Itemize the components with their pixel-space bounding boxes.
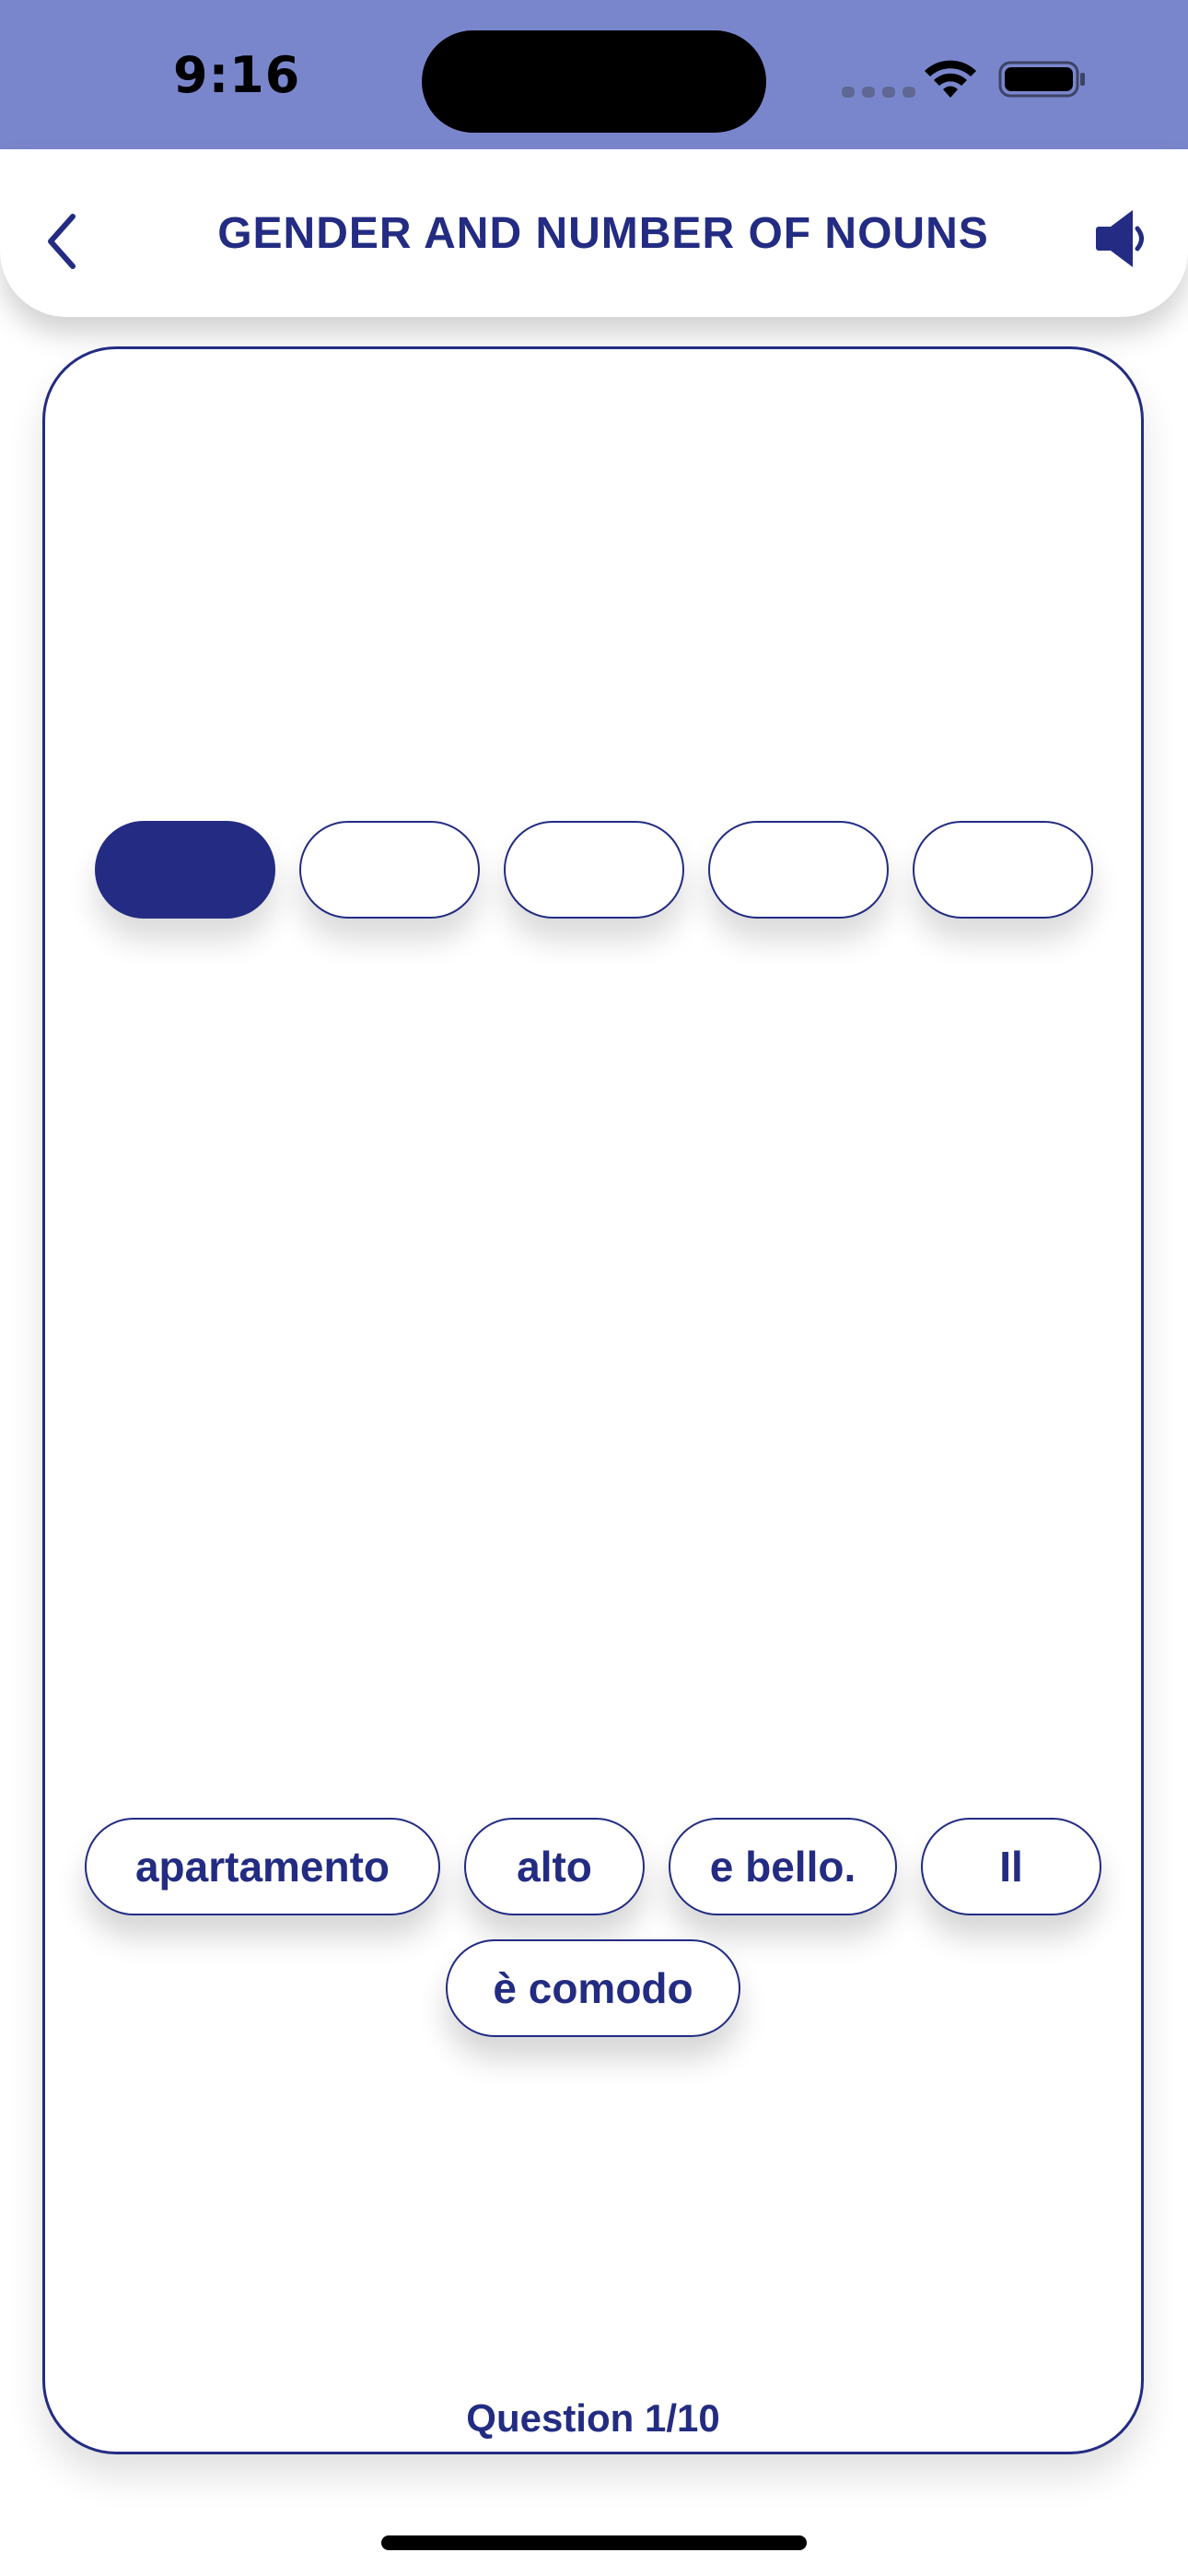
answer-slot[interactable] [913,821,1093,919]
answer-slot[interactable] [708,821,889,919]
answer-slot[interactable] [95,821,275,919]
word-bank-row: è comodo [45,1939,1141,2037]
wifi-icon [925,60,976,98]
word-bank-row: apartamento alto e bello. Il [45,1818,1141,1915]
word-chip[interactable]: è comodo [446,1939,740,2037]
exercise-card: apartamento alto e bello. Il è comodo Qu… [42,346,1144,2454]
back-button[interactable] [31,205,92,278]
word-chip[interactable]: Il [921,1818,1101,1915]
question-counter: Question 1/10 [466,2396,720,2440]
battery-icon [998,61,1085,98]
speaker-icon [1096,210,1144,267]
signal-icon [842,87,915,98]
chevron-left-icon [48,214,76,269]
answer-slots [95,821,1093,919]
word-chip[interactable]: e bello. [669,1818,897,1915]
header: GENDER AND NUMBER OF NOUNS [0,149,1188,317]
answer-slot[interactable] [299,821,480,919]
dynamic-island [422,30,766,133]
word-bank: apartamento alto e bello. Il è comodo [45,1818,1141,2061]
answer-slot[interactable] [504,821,684,919]
home-indicator[interactable] [381,2535,807,2550]
status-time: 9:16 [173,46,301,104]
word-chip[interactable]: apartamento [85,1818,440,1915]
page-title: GENDER AND NUMBER OF NOUNS [217,208,989,258]
status-bar: 9:16 [0,0,1188,149]
sound-button[interactable] [1092,206,1149,271]
word-chip[interactable]: alto [464,1818,645,1915]
